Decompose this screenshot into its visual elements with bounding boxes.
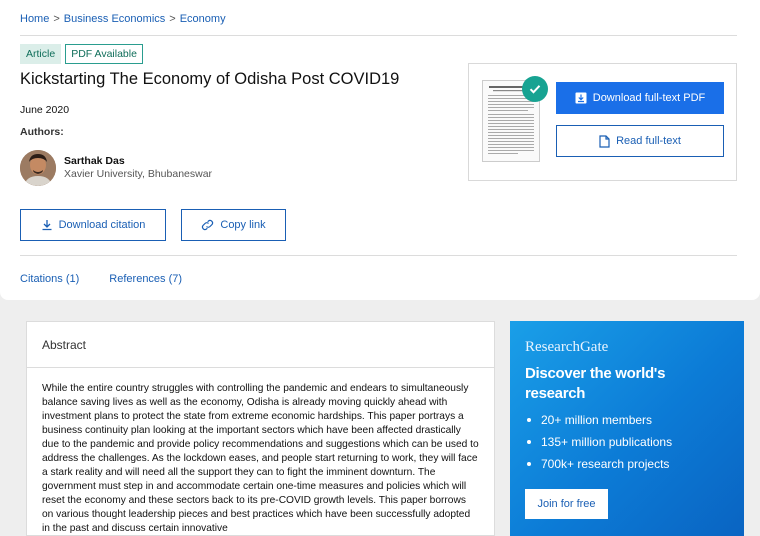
- download-box-icon: [575, 92, 587, 104]
- list-item: 135+ million publications: [525, 435, 672, 449]
- download-citation-label: Download citation: [58, 219, 146, 231]
- badge-row: Article PDF Available: [20, 44, 143, 64]
- divider: [20, 35, 737, 36]
- check-icon: [522, 76, 548, 102]
- breadcrumb-economy[interactable]: Economy: [180, 13, 226, 25]
- bullet-icon: [527, 440, 531, 444]
- author-affiliation: Xavier University, Bhubaneswar: [64, 168, 213, 180]
- abstract-card: Abstract While the entire country strugg…: [26, 321, 495, 536]
- bullet-icon: [527, 462, 531, 466]
- tab-references[interactable]: References (7): [109, 273, 182, 285]
- tab-bar: Citations (1) References (7): [20, 273, 182, 285]
- promo-stat-projects: 700k+ research projects: [541, 457, 670, 471]
- copy-link-label: Copy link: [220, 219, 266, 231]
- promo-stat-members: 20+ million members: [541, 413, 653, 427]
- divider: [20, 255, 737, 256]
- list-item: 700k+ research projects: [525, 457, 672, 471]
- join-for-free-button[interactable]: Join for free: [525, 489, 608, 519]
- fulltext-preview-card: Download full-text PDF Read full-text: [468, 63, 737, 181]
- researchgate-logo: ResearchGate: [525, 339, 609, 355]
- document-icon: [599, 134, 610, 148]
- download-fulltext-pdf-button[interactable]: Download full-text PDF: [556, 82, 724, 114]
- list-item: 20+ million members: [525, 413, 672, 427]
- article-badge: Article: [20, 44, 62, 64]
- tab-citations[interactable]: Citations (1): [20, 273, 79, 285]
- page-title: Kickstarting The Economy of Odisha Post …: [20, 70, 400, 88]
- copy-link-button[interactable]: Copy link: [181, 209, 286, 241]
- promo-stat-publications: 135+ million publications: [541, 435, 673, 449]
- download-icon: [42, 220, 52, 231]
- abstract-text: While the entire country struggles with …: [42, 383, 479, 534]
- download-fulltext-pdf-label: Download full-text PDF: [592, 92, 706, 104]
- breadcrumb-home[interactable]: Home: [20, 13, 49, 25]
- read-fulltext-button[interactable]: Read full-text: [556, 125, 724, 157]
- paper-header-section: Home > Business Economics > Economy Arti…: [0, 0, 760, 300]
- read-fulltext-label: Read full-text: [616, 135, 681, 147]
- researchgate-promo-card: ResearchGate Discover the world's resear…: [510, 321, 744, 536]
- avatar[interactable]: [20, 150, 56, 186]
- author-photo-icon: [20, 150, 56, 186]
- download-citation-button[interactable]: Download citation: [20, 209, 166, 241]
- chevron-right-icon: >: [53, 13, 60, 25]
- authors-label: Authors:: [20, 126, 64, 138]
- chevron-right-icon: >: [169, 13, 176, 25]
- promo-headline: Discover the world's research: [525, 365, 666, 402]
- breadcrumb: Home > Business Economics > Economy: [20, 13, 226, 25]
- abstract-heading: Abstract: [27, 322, 494, 368]
- bullet-icon: [527, 418, 531, 422]
- author-name[interactable]: Sarthak Das: [64, 155, 125, 167]
- pdf-available-badge: PDF Available: [65, 44, 143, 64]
- link-icon: [202, 219, 214, 231]
- publication-date: June 2020: [20, 104, 70, 116]
- breadcrumb-business-economics[interactable]: Business Economics: [64, 13, 166, 25]
- promo-stats-list: 20+ million members 135+ million publica…: [525, 413, 672, 479]
